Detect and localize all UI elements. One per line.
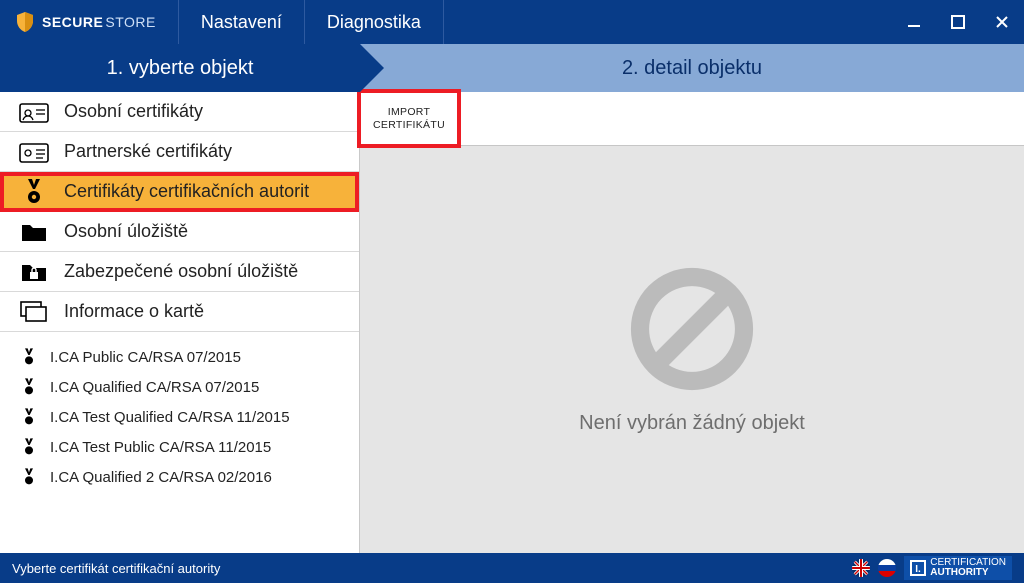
sidebar-item-ca-certs[interactable]: Certifikáty certifikačních autorit — [0, 172, 359, 212]
svg-text:I.: I. — [915, 564, 921, 575]
medal-icon — [18, 179, 50, 205]
empty-state: Není vybrán žádný objekt — [360, 146, 1024, 553]
certificate-list: I.CA Public CA/RSA 07/2015 I.CA Qualifie… — [0, 332, 359, 492]
minimize-icon — [907, 15, 921, 29]
import-label-line1: IMPORT — [388, 106, 430, 118]
certification-authority-badge: I. CERTIFICATION AUTHORITY — [904, 556, 1012, 580]
window-controls — [892, 0, 1024, 44]
certificate-label: I.CA Test Public CA/RSA 11/2015 — [50, 439, 271, 456]
folder-icon — [18, 221, 50, 243]
maximize-icon — [951, 15, 965, 29]
medal-icon — [18, 468, 40, 486]
sidebar-item-label: Osobní certifikáty — [64, 101, 203, 122]
id-card-icon — [18, 141, 50, 163]
sidebar-item-label: Osobní úložiště — [64, 221, 188, 242]
windows-icon — [18, 301, 50, 323]
main-menu: Nastavení Diagnostika — [179, 0, 444, 44]
import-label-line2: CERTIFIKÁTU — [373, 119, 445, 131]
status-text: Vyberte certifikát certifikační autority — [12, 561, 220, 576]
step-1-tab[interactable]: 1. vyberte objekt — [0, 44, 360, 92]
shield-icon — [16, 12, 34, 32]
sidebar-item-label: Informace o kartě — [64, 301, 204, 322]
certificate-label: I.CA Qualified 2 CA/RSA 02/2016 — [50, 469, 272, 486]
certificate-item[interactable]: I.CA Qualified CA/RSA 07/2015 — [0, 372, 359, 402]
sidebar-item-personal-certs[interactable]: Osobní certifikáty — [0, 92, 359, 132]
authority-line2: AUTHORITY — [930, 568, 1006, 578]
certificate-item[interactable]: I.CA Public CA/RSA 07/2015 — [0, 342, 359, 372]
minimize-button[interactable] — [892, 0, 936, 44]
close-icon — [995, 15, 1009, 29]
close-button[interactable] — [980, 0, 1024, 44]
detail-toolbar: IMPORT CERTIFIKÁTU — [360, 92, 1024, 146]
certificate-label: I.CA Qualified CA/RSA 07/2015 — [50, 379, 259, 396]
certificate-label: I.CA Test Qualified CA/RSA 11/2015 — [50, 409, 290, 426]
step-2-tab[interactable]: 2. detail objektu — [360, 44, 1024, 92]
sidebar-item-label: Zabezpečené osobní úložiště — [64, 261, 298, 282]
sidebar-item-label: Partnerské certifikáty — [64, 141, 232, 162]
sidebar-item-card-info[interactable]: Informace o kartě — [0, 292, 359, 332]
flag-sk-icon[interactable] — [878, 559, 896, 577]
folder-lock-icon — [18, 261, 50, 283]
brand-strong: SECURE — [42, 14, 103, 30]
sidebar-item-label: Certifikáty certifikačních autorit — [64, 181, 309, 202]
detail-pane: IMPORT CERTIFIKÁTU Není vybrán žádný obj… — [360, 92, 1024, 553]
certificate-item[interactable]: I.CA Test Qualified CA/RSA 11/2015 — [0, 402, 359, 432]
id-card-icon — [18, 101, 50, 123]
certificate-label: I.CA Public CA/RSA 07/2015 — [50, 349, 241, 366]
medal-icon — [18, 438, 40, 456]
empty-state-text: Není vybrán žádný objekt — [579, 412, 805, 435]
menu-diagnostics[interactable]: Diagnostika — [305, 0, 444, 44]
sidebar: Osobní certifikáty Partnerské certifikát… — [0, 92, 360, 553]
authority-logo-icon: I. — [910, 560, 926, 576]
maximize-button[interactable] — [936, 0, 980, 44]
medal-icon — [18, 378, 40, 396]
flag-uk-icon[interactable] — [852, 559, 870, 577]
menu-settings[interactable]: Nastavení — [179, 0, 305, 44]
import-certificate-button[interactable]: IMPORT CERTIFIKÁTU — [360, 92, 458, 145]
medal-icon — [18, 348, 40, 366]
certificate-item[interactable]: I.CA Test Public CA/RSA 11/2015 — [0, 432, 359, 462]
brand-light: STORE — [105, 14, 155, 30]
brand: SECURE STORE — [0, 0, 179, 44]
sidebar-item-personal-storage[interactable]: Osobní úložiště — [0, 212, 359, 252]
certificate-item[interactable]: I.CA Qualified 2 CA/RSA 02/2016 — [0, 462, 359, 492]
sidebar-item-secure-storage[interactable]: Zabezpečené osobní úložiště — [0, 252, 359, 292]
medal-icon — [18, 408, 40, 426]
no-entry-icon — [627, 264, 757, 394]
sidebar-item-partner-certs[interactable]: Partnerské certifikáty — [0, 132, 359, 172]
